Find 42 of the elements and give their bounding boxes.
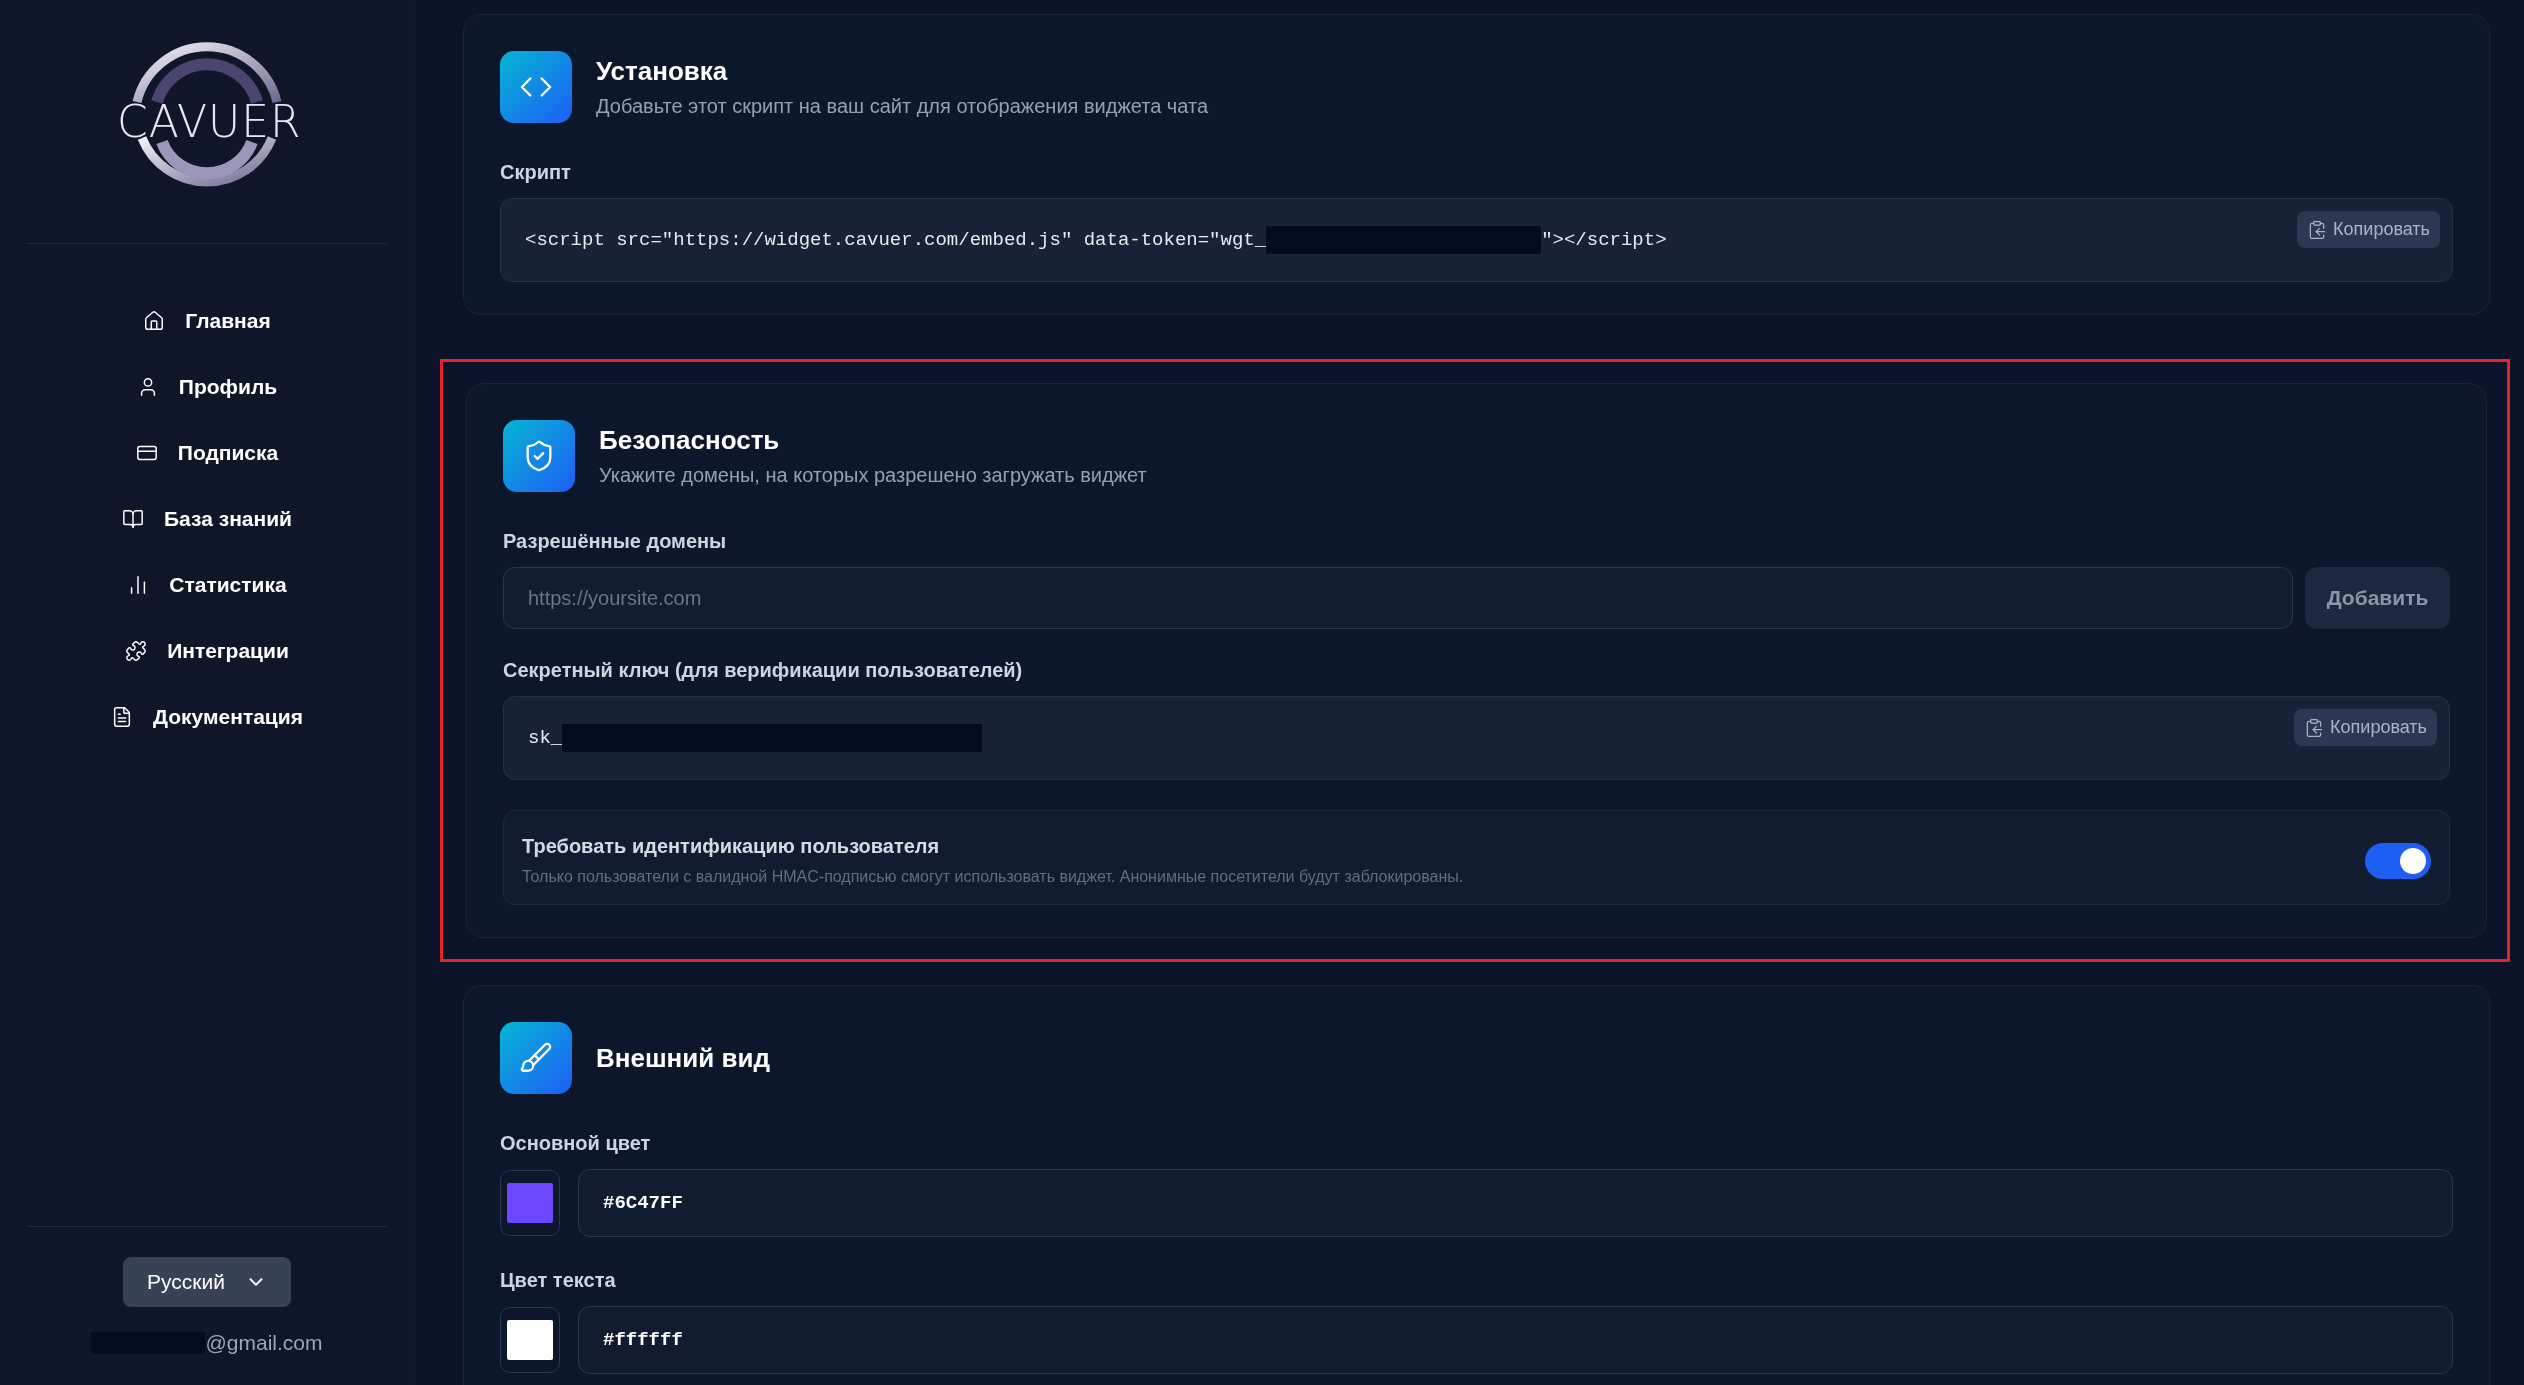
brush-icon xyxy=(500,1022,572,1094)
field-label: Разрешённые домены xyxy=(503,530,728,553)
nav-item[interactable]: Профиль xyxy=(136,368,278,406)
field-label: Секретный ключ (для верификации пользователей) xyxy=(503,659,1024,682)
secret-key-text: sk_ xyxy=(528,727,563,749)
home-icon xyxy=(143,310,166,332)
color-input-field[interactable]: #6C47FF xyxy=(578,1169,2453,1237)
card-subtitle: Укажите домены, на которых разрешено загружать виджет xyxy=(599,464,1147,487)
nav-item[interactable]: Подписка xyxy=(135,434,279,472)
add-button[interactable]: Добавить xyxy=(2305,567,2450,629)
shield-check-icon xyxy=(503,420,575,492)
copy-button[interactable]: Копировать xyxy=(2297,211,2440,248)
language-select[interactable]: Русский xyxy=(123,1257,291,1307)
color-swatch[interactable] xyxy=(500,1307,560,1373)
user-email: @gmail.com xyxy=(205,1331,323,1355)
copy-icon xyxy=(2307,219,2328,240)
puzzle-icon xyxy=(125,640,148,662)
card-subtitle: Добавьте этот скрипт на ваш сайт для отображения виджета чата xyxy=(596,95,1209,118)
code-text: <script src="https://widget.cavuer.com/embed.js" data-token="wgt_ xyxy=(525,229,1267,251)
book-icon xyxy=(122,508,144,530)
nav-item[interactable]: Интеграции xyxy=(125,632,289,670)
nav-item[interactable]: Главная xyxy=(143,302,271,340)
setting-title: Требовать идентификацию пользователя xyxy=(522,835,941,858)
color-swatch[interactable] xyxy=(500,1170,560,1236)
copy-button[interactable]: Копировать xyxy=(2294,709,2437,746)
field-label: Скрипт xyxy=(500,161,572,184)
logo-text: CAVUER xyxy=(117,96,297,147)
color-input-field[interactable]: #ffffff xyxy=(578,1306,2453,1374)
nav-item[interactable]: База знаний xyxy=(122,500,292,538)
code-icon xyxy=(500,51,572,123)
field-label: Основной цвет xyxy=(500,1132,652,1155)
nav-item[interactable]: Статистика xyxy=(127,566,287,604)
toggle-switch[interactable] xyxy=(2365,842,2431,879)
field-label: Цвет текста xyxy=(500,1269,617,1292)
copy-icon xyxy=(2304,717,2325,738)
card-title: Внешний вид xyxy=(596,1042,770,1074)
domain-input-field[interactable]: https://yoursite.com xyxy=(503,567,2293,629)
card-title: Установка xyxy=(596,56,729,87)
nav-item[interactable]: Документация xyxy=(111,698,303,736)
card-title: Безопасность xyxy=(599,425,781,456)
setting-description: Только пользователи с валидной HMAC-подписью смогут использовать виджет. Анонимные посетители будут заблокированы. xyxy=(522,868,1464,886)
code-text: "></script> xyxy=(1541,229,1667,251)
